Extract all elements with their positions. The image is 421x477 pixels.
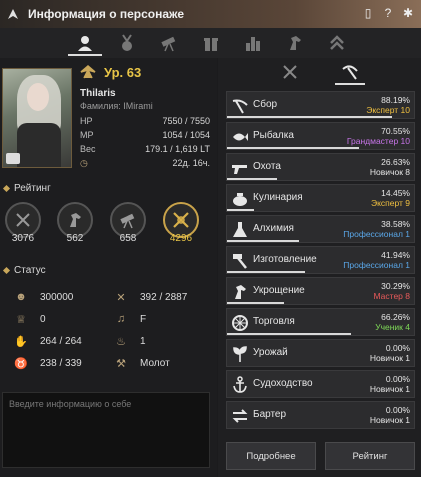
skill-fishing[interactable]: Рыбалка 70.55% Грандмастер 10: [226, 122, 415, 150]
status-contribution: ✕ 392 / 2887: [114, 290, 187, 304]
fish-icon: [233, 133, 248, 141]
hammer-icon: ⚒: [116, 357, 126, 370]
swords-icon: [16, 213, 30, 227]
life-skills-panel: Сбор 88.19% Эксперт 10 Рыбалка 70.55% Гр…: [218, 58, 421, 477]
stat-weight: Вес 179.1 / 1,619 LT: [80, 144, 210, 154]
medal-icon: [121, 34, 132, 51]
character-portrait[interactable]: [2, 68, 72, 168]
skill-hunting[interactable]: Охота 26.63% Новичок 8: [226, 153, 415, 181]
window-title: Информация о персонаже: [28, 7, 185, 21]
horse-icon: [70, 213, 81, 227]
status-music: ♫ F: [114, 312, 146, 326]
tab-combat-skills[interactable]: [275, 59, 305, 85]
rating-value: 3076: [11, 233, 35, 244]
crossed-swords-icon: [173, 212, 189, 228]
status-flame: ♨ 1: [114, 334, 146, 348]
gift-icon: [203, 38, 218, 51]
telescope-icon: [120, 213, 135, 229]
status-karma: ♉ 238 / 339: [14, 357, 82, 370]
skill-alchemy[interactable]: Алхимия 38.58% Профессионал 1: [226, 215, 415, 243]
tools-icon: ✕: [116, 291, 126, 304]
skill-training[interactable]: Укрощение 30.29% Мастер 8: [226, 277, 415, 305]
status-section-title: Статус: [2, 265, 46, 276]
flame-icon: ♨: [116, 335, 126, 348]
skill-cooking[interactable]: Кулинария 14.45% Эксперт 9: [226, 184, 415, 212]
skill-farming[interactable]: Урожай 0.00% Новичок 1: [226, 339, 415, 367]
profile-icon: [77, 36, 92, 51]
tab-ranking[interactable]: [232, 28, 274, 58]
details-button[interactable]: Подробнее: [226, 442, 316, 470]
bar-chart-icon: [245, 37, 260, 51]
rating-value: 562: [66, 233, 84, 244]
crossed-swords-icon: [282, 65, 297, 79]
stat-mp: MP 1054 / 1054: [80, 130, 210, 140]
main-tabs: [0, 28, 421, 58]
skill-trading[interactable]: Торговля 66.26% Ученик 4: [226, 308, 415, 336]
hand-icon: ✋: [14, 335, 28, 348]
skill-gathering[interactable]: Сбор 88.19% Эксперт 10: [226, 91, 415, 119]
help-icon[interactable]: ?: [381, 6, 395, 20]
tab-medal[interactable]: [106, 28, 148, 58]
skill-progress-bar: [227, 178, 277, 180]
anchor-icon: [233, 376, 247, 393]
exchange-icon: [232, 409, 248, 423]
skill-progress-bar: [227, 209, 255, 211]
document-icon[interactable]: ▯: [361, 6, 375, 20]
tab-gift[interactable]: [190, 28, 232, 58]
tab-life-skills[interactable]: [334, 59, 365, 85]
music-icon: ♫: [116, 313, 126, 325]
character-name: Thilaris: [80, 88, 116, 99]
game-logo-icon: [8, 9, 18, 19]
karma-icon: ♉: [14, 357, 28, 370]
tab-telescope[interactable]: [148, 28, 190, 58]
skill-progress-bar: [227, 271, 306, 273]
status-ring: ♕ 0: [14, 312, 46, 326]
family-name: Фамилия: IMirami: [80, 101, 153, 111]
skill-progress-bar: [227, 302, 284, 304]
intro-textarea[interactable]: Введите информацию о себе: [2, 392, 210, 468]
wheel-icon: [232, 315, 248, 331]
pot-icon: [233, 193, 247, 206]
pickaxe-icon: [341, 65, 358, 80]
clock-icon: ◷: [80, 158, 88, 168]
flask-icon: [233, 222, 247, 237]
telescope-icon: [160, 36, 175, 52]
status-energy: ☻ 300000: [15, 291, 74, 303]
camera-icon[interactable]: [6, 153, 20, 164]
class-icon: [80, 65, 96, 79]
ranking-button[interactable]: Рейтинг: [325, 442, 415, 470]
energy-icon: ☻: [15, 291, 27, 303]
skill-progress-bar: [227, 240, 300, 242]
ring-icon: ♕: [16, 313, 26, 326]
sprout-icon: [233, 346, 247, 362]
rating-value: 4296: [169, 233, 193, 244]
stat-hp: HP 7550 / 7550: [80, 116, 210, 126]
tab-mount[interactable]: [274, 28, 316, 58]
scythe-icon: [232, 99, 248, 114]
horse-icon: [289, 36, 301, 50]
horse-icon: [235, 285, 246, 299]
skill-barter[interactable]: Бартер 0.00% Новичок 1: [226, 401, 415, 429]
status-weapon: ⚒ Молот: [114, 356, 170, 370]
tab-upgrade[interactable]: [316, 28, 358, 58]
status-hand: ✋ 264 / 264: [14, 335, 82, 348]
skill-progress-bar: [227, 116, 392, 118]
title-bar: Информация о персонаже ▯ ? ✱: [0, 0, 421, 28]
settings-icon[interactable]: ✱: [401, 6, 415, 20]
skill-sailing[interactable]: Судоходство 0.00% Новичок 1: [226, 370, 415, 398]
skill-progress-bar: [227, 147, 359, 149]
skill-progress-bar: [227, 333, 351, 335]
hammer-icon: [233, 254, 247, 269]
rating-section-title: Рейтинг: [2, 183, 51, 194]
character-level: Ур. 63: [104, 64, 142, 80]
chevrons-up-icon: [329, 35, 344, 50]
skill-processing[interactable]: Изготовление 41.94% Профессионал 1: [226, 246, 415, 274]
rating-value: 658: [119, 233, 137, 244]
stat-playtime: ◷ 22д. 16ч.: [80, 158, 210, 168]
tab-profile[interactable]: [64, 28, 106, 58]
level-row: Ур. 63: [80, 64, 141, 80]
gun-icon: [232, 165, 247, 174]
